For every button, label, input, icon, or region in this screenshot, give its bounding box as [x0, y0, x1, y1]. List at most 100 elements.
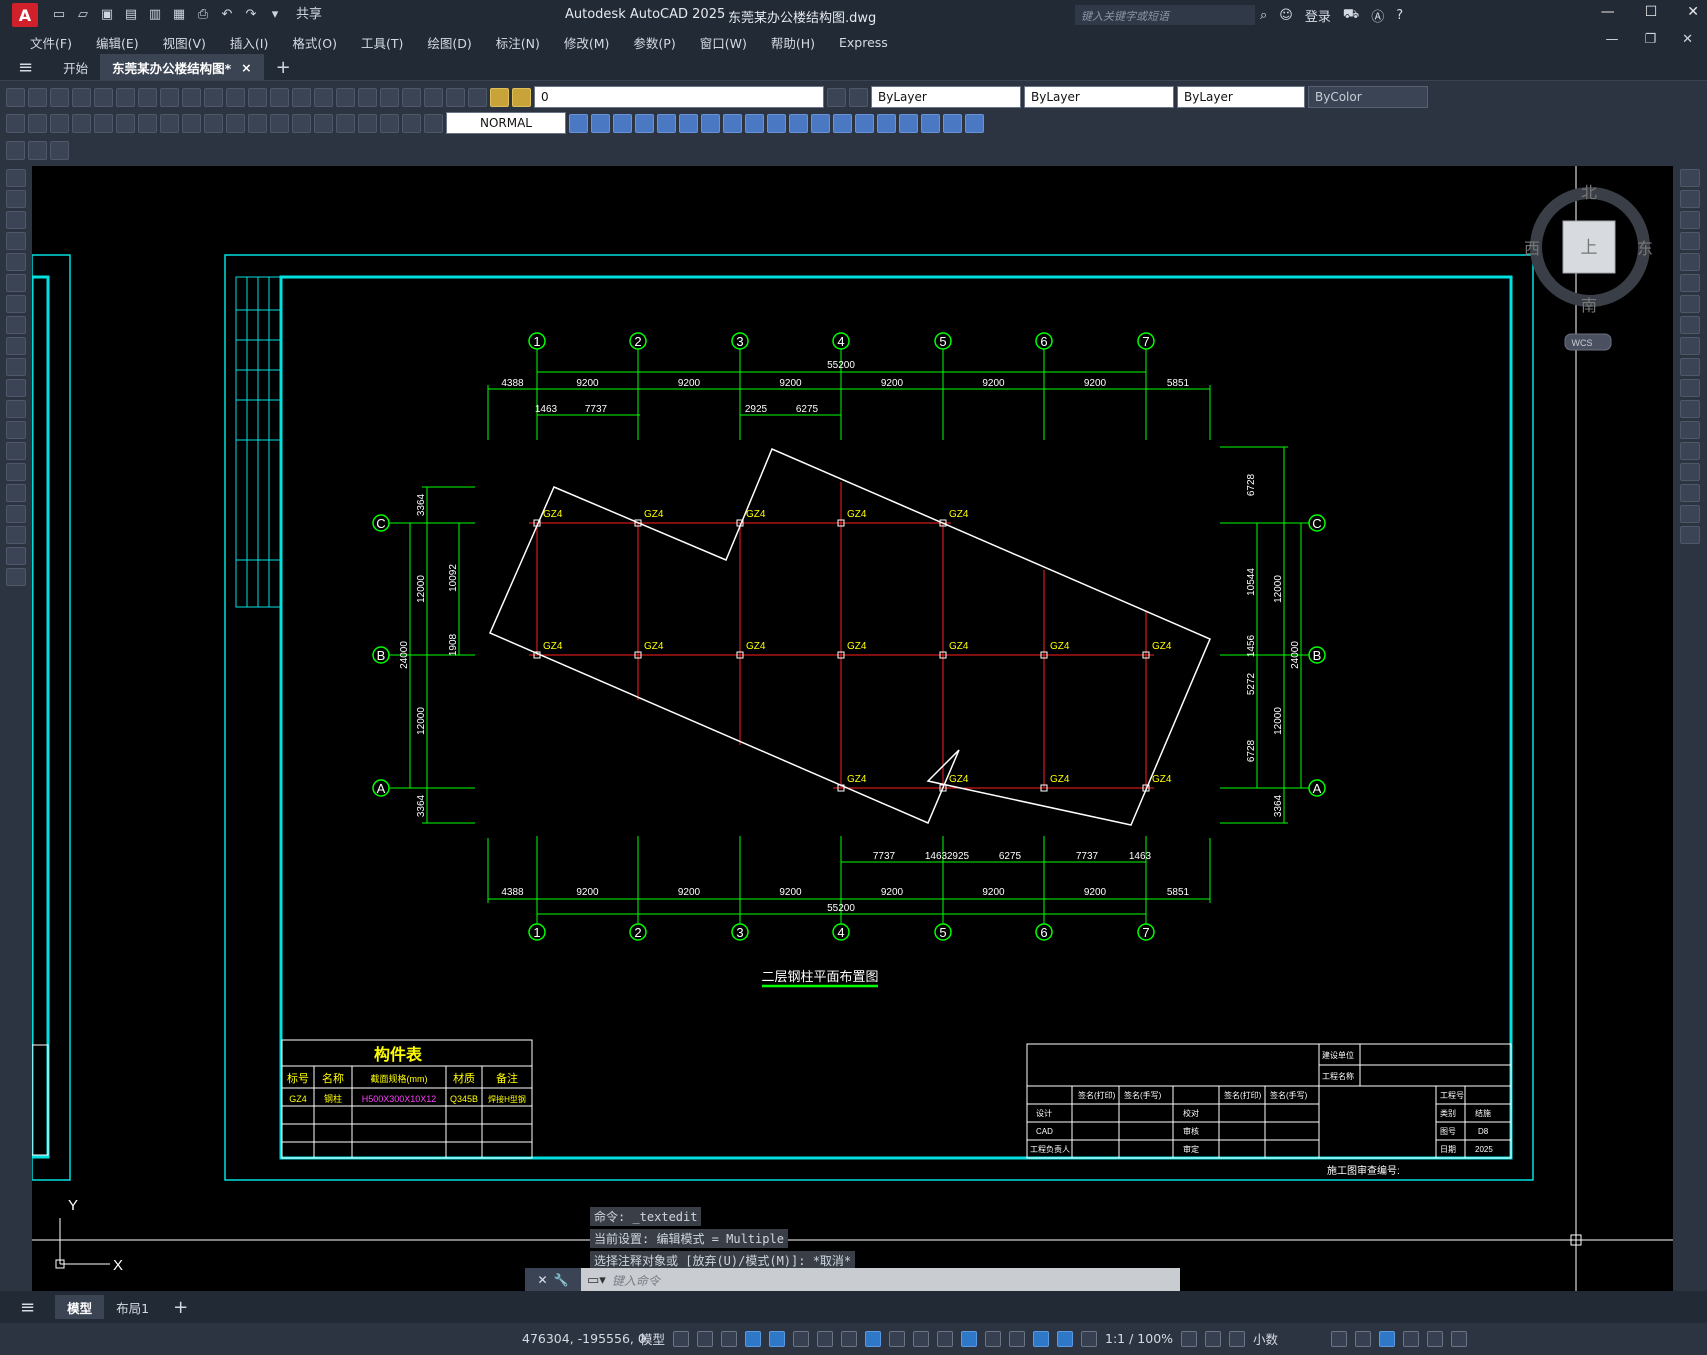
- menu-file[interactable]: 文件(F): [18, 33, 84, 52]
- quick-properties-icon[interactable]: [1331, 1330, 1348, 1347]
- extra-tool-icon-1[interactable]: [6, 140, 25, 160]
- tab-layout1[interactable]: 布局1: [104, 1295, 161, 1319]
- menu-express[interactable]: Express: [827, 35, 900, 50]
- selection-cycling-icon[interactable]: [937, 1330, 954, 1347]
- menu-tools[interactable]: 工具(T): [349, 33, 415, 52]
- infer-toggle-icon[interactable]: [721, 1330, 738, 1347]
- menu-help[interactable]: 帮助(H): [759, 33, 827, 52]
- tool-cut-icon[interactable]: [138, 87, 157, 107]
- view-3d-icon-6[interactable]: [679, 113, 698, 133]
- menu-format[interactable]: 格式(O): [280, 33, 349, 52]
- dim-edit-icon[interactable]: [380, 113, 399, 133]
- draw-cloud-icon[interactable]: [6, 316, 26, 334]
- lineweight-toggle-icon[interactable]: [889, 1330, 906, 1347]
- viewcube[interactable]: 上 北 南 东 西 WCS: [1524, 184, 1653, 351]
- command-close-icon[interactable]: ✕: [537, 1273, 547, 1287]
- layer-bulb-icon[interactable]: [490, 87, 509, 107]
- draw-insert-block-icon[interactable]: [6, 400, 26, 418]
- modify-array-icon[interactable]: [1680, 253, 1700, 271]
- view-3d-icon-2[interactable]: [591, 113, 610, 133]
- maximize-icon[interactable]: ☐: [1645, 4, 1658, 20]
- autoscale-icon[interactable]: [1081, 1330, 1098, 1347]
- modify-trim-icon[interactable]: [1680, 358, 1700, 376]
- tool-properties-icon[interactable]: [336, 87, 355, 107]
- view-3d-icon-11[interactable]: [789, 113, 808, 133]
- dynamic-ucs-icon[interactable]: [985, 1330, 1002, 1347]
- tool-new-icon[interactable]: [6, 87, 25, 107]
- draw-xline-icon[interactable]: [6, 190, 26, 208]
- viewcube-north[interactable]: 北: [1581, 184, 1597, 202]
- dim-diameter-icon[interactable]: [138, 113, 157, 133]
- dimstyle-combo[interactable]: NORMAL: [446, 112, 566, 134]
- view-3d-icon-8[interactable]: [723, 113, 742, 133]
- clean-screen-icon[interactable]: [1427, 1330, 1444, 1347]
- dim-quick-icon[interactable]: [182, 113, 201, 133]
- view-3d-icon-3[interactable]: [613, 113, 632, 133]
- modify-scale-icon[interactable]: [1680, 316, 1700, 334]
- dim-linear-icon[interactable]: [6, 113, 25, 133]
- gizmo-icon[interactable]: [1033, 1330, 1050, 1347]
- search-icon[interactable]: ⌕: [1260, 8, 1267, 23]
- modify-break-point-icon[interactable]: [1680, 400, 1700, 418]
- dim-ordinate-icon[interactable]: [72, 113, 91, 133]
- view-3d-icon-13[interactable]: [833, 113, 852, 133]
- lineweight-combo[interactable]: ByLayer: [1177, 86, 1305, 108]
- dim-jogged-icon[interactable]: [116, 113, 135, 133]
- draw-spline-icon[interactable]: [6, 337, 26, 355]
- dim-radius-icon[interactable]: [94, 113, 113, 133]
- viewcube-south[interactable]: 南: [1581, 297, 1597, 315]
- draw-ellipse-arc-icon[interactable]: [6, 379, 26, 397]
- model-space-button[interactable]: 模型: [640, 1329, 665, 1348]
- minimize-icon[interactable]: —: [1601, 4, 1615, 20]
- doc-restore-icon[interactable]: ❐: [1644, 32, 1656, 47]
- isolate-objects-icon[interactable]: [1379, 1330, 1396, 1347]
- modify-explode-icon[interactable]: [1680, 526, 1700, 544]
- draw-ellipse-icon[interactable]: [6, 358, 26, 376]
- annotation-monitor-icon[interactable]: [1205, 1330, 1222, 1347]
- autodesk-icon[interactable]: Ⓐ: [1371, 6, 1384, 25]
- tool-copy-icon[interactable]: [160, 87, 179, 107]
- dim-break-icon[interactable]: [270, 113, 289, 133]
- draw-mtext-icon[interactable]: [6, 547, 26, 565]
- modify-chamfer-icon[interactable]: [1680, 463, 1700, 481]
- open-file-icon[interactable]: ▱: [74, 6, 92, 24]
- layer-sun-icon[interactable]: [512, 87, 531, 107]
- coordinates-readout[interactable]: 476304, -195556, 0: [522, 1331, 646, 1346]
- draw-arc-icon[interactable]: [6, 274, 26, 292]
- osnap-toggle-icon[interactable]: [865, 1330, 882, 1347]
- draw-gradient-icon[interactable]: [6, 484, 26, 502]
- tool-help-icon[interactable]: [446, 87, 465, 107]
- viewcube-west[interactable]: 西: [1524, 241, 1540, 258]
- save-icon[interactable]: ▣: [98, 6, 116, 24]
- tool-preview-icon[interactable]: [94, 87, 113, 107]
- view-3d-icon-4[interactable]: [635, 113, 654, 133]
- view-3d-icon-18[interactable]: [943, 113, 962, 133]
- ortho-toggle-icon[interactable]: [769, 1330, 786, 1347]
- modify-blend-icon[interactable]: [1680, 505, 1700, 523]
- tool-publish-icon[interactable]: [116, 87, 135, 107]
- tool-designcenter-icon[interactable]: [358, 87, 377, 107]
- draw-polygon-icon[interactable]: [6, 232, 26, 250]
- menu-draw[interactable]: 绘图(D): [415, 33, 483, 52]
- view-3d-icon-9[interactable]: [745, 113, 764, 133]
- save-web-icon[interactable]: ▦: [170, 6, 188, 24]
- viewcube-wcs[interactable]: WCS: [1572, 338, 1593, 348]
- annotation-scale[interactable]: 1:1 / 100%: [1105, 1331, 1173, 1346]
- dim-inspect-icon[interactable]: [336, 113, 355, 133]
- menu-edit[interactable]: 编辑(E): [84, 33, 151, 52]
- search-input[interactable]: 键入关键字或短语: [1075, 5, 1255, 25]
- modify-fillet-icon[interactable]: [1680, 484, 1700, 502]
- modify-rotate-icon[interactable]: [1680, 295, 1700, 313]
- add-layout-icon[interactable]: +: [161, 1295, 200, 1319]
- layer-current-icon[interactable]: [827, 87, 846, 107]
- drawing-canvas[interactable]: 1 1 2 2 3 3 4 4 5 5 6 6 7 7 C C B B A A 55200 4388 9200 9200 920…: [32, 166, 1673, 1291]
- customize-dropdown-icon[interactable]: ▾: [266, 6, 284, 24]
- doc-minimize-icon[interactable]: —: [1605, 32, 1618, 47]
- modify-join-icon[interactable]: [1680, 442, 1700, 460]
- modify-break-icon[interactable]: [1680, 421, 1700, 439]
- dim-angular-icon[interactable]: [160, 113, 179, 133]
- draw-table-icon[interactable]: [6, 526, 26, 544]
- extra-tool-icon-2[interactable]: [28, 140, 47, 160]
- menu-modify[interactable]: 修改(M): [552, 33, 622, 52]
- login-button[interactable]: 登录: [1305, 6, 1331, 25]
